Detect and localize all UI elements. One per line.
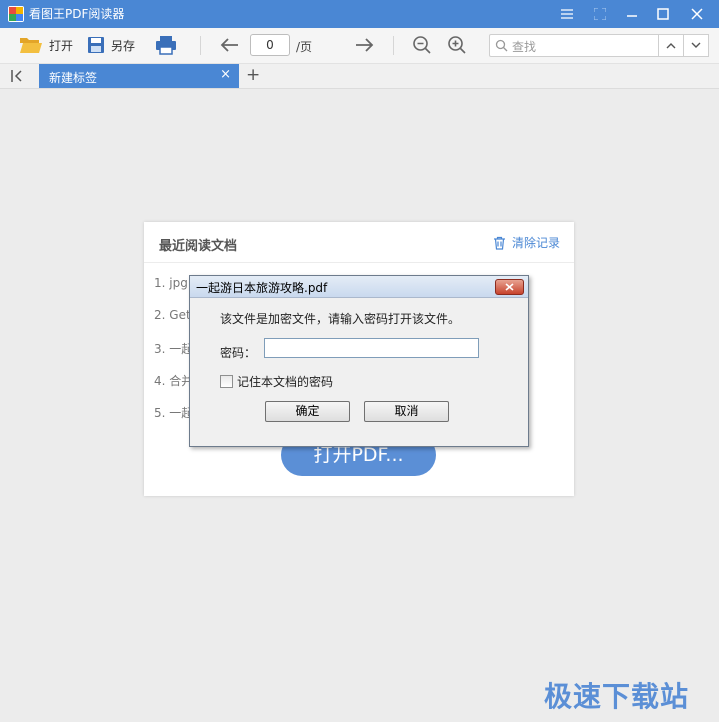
save-as-label: 另存 (111, 38, 136, 53)
recent-item[interactable]: 2. Get (154, 308, 191, 322)
chevron-up-icon (666, 43, 676, 49)
toolbar-divider (200, 36, 201, 55)
maximize-icon (657, 8, 669, 20)
open-button[interactable]: 打开 (19, 33, 73, 57)
arrow-left-icon (220, 38, 238, 52)
arrow-right-icon (356, 38, 374, 52)
clear-history-button[interactable]: 清除记录 (493, 234, 560, 251)
tab-label: 新建标签 (49, 71, 98, 85)
password-input[interactable] (264, 338, 479, 358)
add-tab-button[interactable]: + (246, 65, 260, 85)
menu-button[interactable] (552, 2, 582, 26)
maximize-button[interactable] (648, 2, 678, 26)
dialog-title: 一起游日本旅游攻略.pdf (196, 281, 328, 295)
password-label: 密码： (220, 346, 257, 360)
zoom-out-icon (413, 36, 431, 54)
toolbar-divider (393, 36, 394, 55)
recent-item[interactable]: 4. 合并 (154, 372, 193, 389)
toolbar: 打开 另存 0 /页 查找 (0, 28, 719, 64)
search-placeholder: 查找 (512, 40, 537, 54)
search-next-button[interactable] (683, 34, 709, 57)
save-as-button[interactable]: 另存 (87, 33, 135, 57)
password-dialog: 一起游日本旅游攻略.pdf 该文件是加密文件，请输入密码打开该文件。 密码： 记… (189, 275, 529, 447)
dialog-message: 该文件是加密文件，请输入密码打开该文件。 (220, 312, 461, 326)
page-suffix: /页 (296, 40, 313, 54)
title-bar: 看图王PDF阅读器 (0, 0, 719, 28)
folder-open-icon (20, 38, 42, 53)
collapse-left-icon (11, 70, 22, 82)
tab-close-icon[interactable]: × (220, 67, 231, 82)
prev-page-button[interactable] (219, 33, 239, 57)
chevron-down-icon (691, 42, 701, 48)
close-button[interactable] (682, 2, 712, 26)
search-icon (495, 39, 508, 52)
minimize-button[interactable] (617, 2, 647, 26)
menu-icon (561, 9, 573, 19)
close-icon (691, 8, 703, 20)
trash-icon (493, 236, 505, 250)
app-title: 看图王PDF阅读器 (29, 7, 125, 21)
print-button[interactable] (155, 33, 177, 57)
recent-item[interactable]: 1. jpg (154, 276, 188, 290)
printer-icon (156, 36, 176, 55)
ok-button[interactable]: 确定 (265, 401, 350, 422)
recent-item[interactable]: 5. 一起 (154, 404, 193, 421)
tab-new[interactable]: 新建标签 × (39, 64, 239, 88)
cancel-button[interactable]: 取消 (364, 401, 449, 422)
zoom-in-icon (448, 36, 466, 54)
open-label: 打开 (49, 38, 74, 53)
clear-history-label: 清除记录 (511, 236, 560, 250)
remember-password-label: 记住本文档的密码 (237, 375, 334, 389)
dialog-title-bar: 一起游日本旅游攻略.pdf (190, 276, 528, 298)
recent-header: 最近阅读文档 清除记录 (144, 222, 574, 263)
recent-title: 最近阅读文档 (159, 239, 238, 254)
zoom-out-button[interactable] (412, 33, 432, 57)
next-page-button[interactable] (355, 33, 375, 57)
remember-password-checkbox[interactable]: 记住本文档的密码 (220, 373, 333, 390)
fullscreen-icon (594, 8, 606, 20)
zoom-in-button[interactable] (447, 33, 467, 57)
app-logo-icon (8, 6, 24, 22)
minimize-icon (627, 15, 637, 17)
collapse-sidebar-button[interactable] (10, 69, 24, 86)
search-input[interactable]: 查找 (489, 34, 660, 57)
search-prev-button[interactable] (658, 34, 684, 57)
watermark: 极速下载站 (544, 680, 690, 713)
dialog-close-button[interactable] (495, 279, 524, 295)
fullscreen-button[interactable] (585, 2, 615, 26)
close-icon (505, 283, 514, 291)
tab-bar: 新建标签 × + (0, 64, 719, 89)
page-number-input[interactable]: 0 (250, 34, 290, 56)
save-icon (88, 37, 104, 53)
recent-item[interactable]: 3. 一起 (154, 340, 193, 357)
checkbox-box[interactable] (220, 375, 233, 388)
